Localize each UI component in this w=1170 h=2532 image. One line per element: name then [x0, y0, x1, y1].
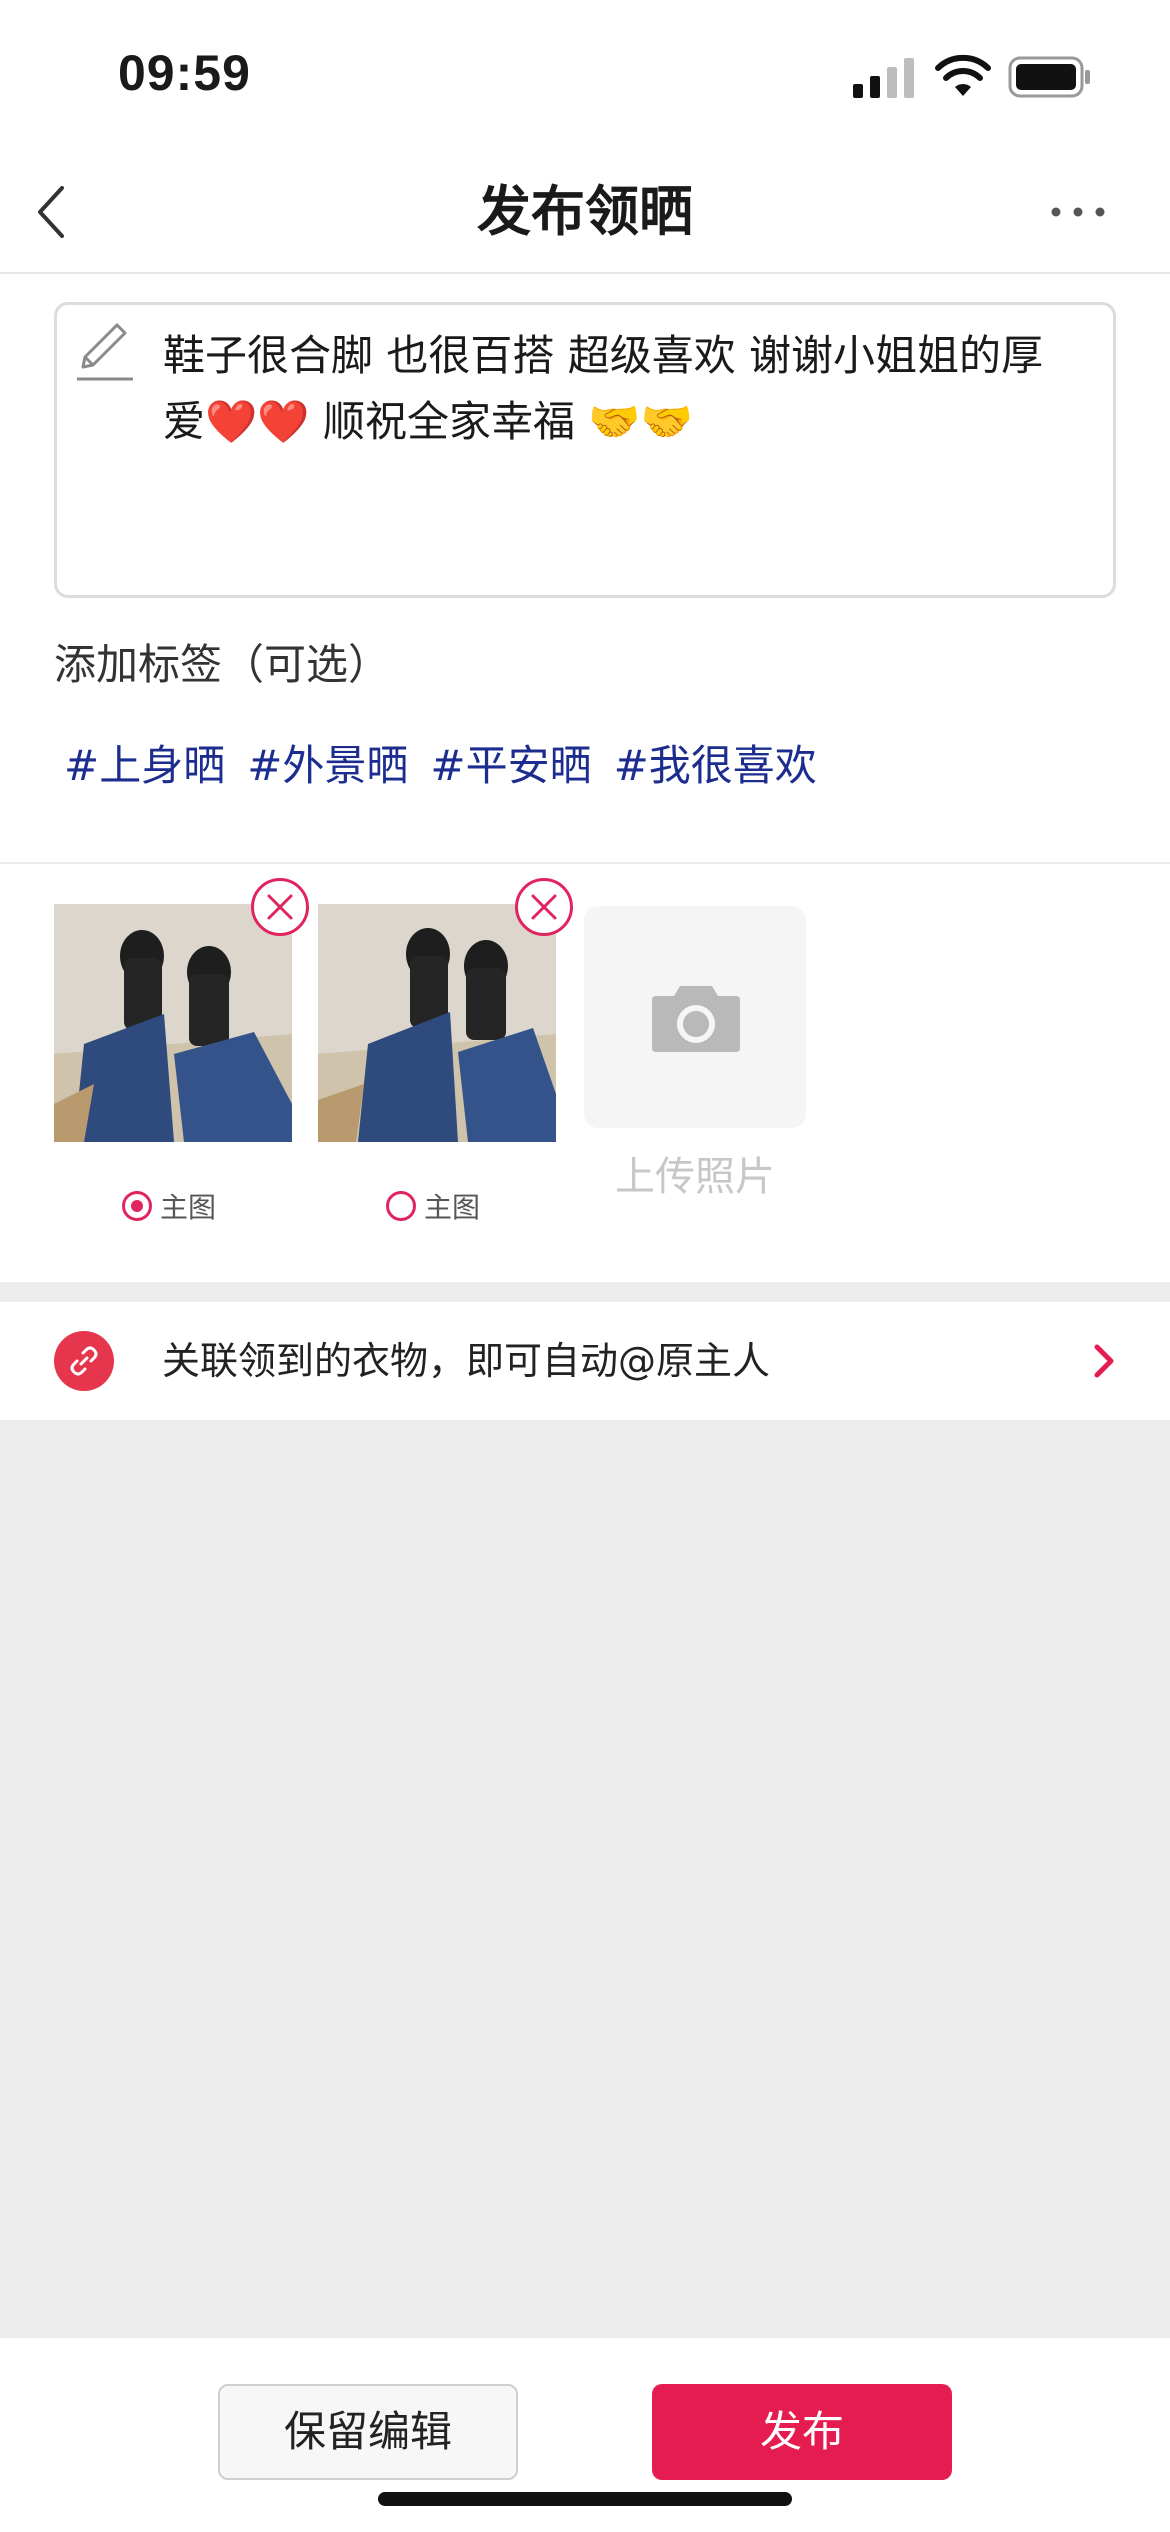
post-text: 鞋子很合脚 也很百搭 超级喜欢 谢谢小姐姐的厚爱❤️❤️ 顺祝全家幸福 🤝🤝 [163, 331, 1044, 446]
close-icon [531, 894, 557, 920]
more-options-icon[interactable] [1048, 196, 1108, 228]
photo-thumbnail[interactable] [54, 904, 292, 1142]
battery-icon [1008, 56, 1090, 98]
set-main-photo-radio[interactable]: 主图 [386, 1186, 480, 1226]
tag-item[interactable]: #我很喜欢 [614, 734, 817, 798]
link-clothing-row[interactable]: 关联领到的衣物，即可自动@原主人 [0, 1302, 1170, 1420]
radio-selected [122, 1191, 152, 1221]
tag-item[interactable]: #平安晒 [430, 734, 591, 798]
wifi-icon [935, 54, 991, 96]
page-title: 发布领晒 [477, 180, 693, 243]
tags-label: 添加标签（可选） [54, 640, 391, 689]
divider [0, 862, 1170, 864]
tag-item[interactable]: #外景晒 [247, 734, 408, 798]
upload-photo-label: 上传照片 [615, 1154, 775, 1200]
save-draft-button[interactable]: 保留编辑 [218, 2384, 518, 2480]
post-text-input[interactable]: 鞋子很合脚 也很百搭 超级喜欢 谢谢小姐姐的厚爱❤️❤️ 顺祝全家幸福 🤝🤝 [54, 302, 1116, 598]
main-photo-label: 主图 [160, 1191, 217, 1224]
photo-thumbnail[interactable] [318, 904, 556, 1142]
radio-unselected [386, 1191, 416, 1221]
set-main-photo-radio[interactable]: 主图 [122, 1186, 216, 1226]
nav-bar: 发布领晒 [0, 150, 1170, 274]
tags-row: #上身晒 #外景晒 #平安晒 #我很喜欢 [64, 734, 817, 798]
close-icon [267, 894, 293, 920]
main-photo-label: 主图 [424, 1191, 481, 1224]
status-bar: 09:59 [0, 0, 1170, 150]
chevron-right-icon [1094, 1344, 1114, 1378]
remove-photo-button[interactable] [515, 878, 573, 936]
cellular-signal-icon [853, 58, 914, 98]
publish-button[interactable]: 发布 [652, 2384, 952, 2480]
tag-item[interactable]: #上身晒 [64, 734, 225, 798]
home-indicator [378, 2492, 792, 2506]
camera-icon [652, 986, 740, 1052]
boots-photo [54, 904, 292, 1142]
link-icon [54, 1331, 114, 1391]
link-row-label: 关联领到的衣物，即可自动@原主人 [162, 1339, 771, 1383]
boots-photo [318, 904, 556, 1142]
pencil-icon [77, 323, 133, 381]
upload-photo-button[interactable] [584, 906, 806, 1128]
status-time: 09:59 [118, 45, 251, 101]
remove-photo-button[interactable] [251, 878, 309, 936]
